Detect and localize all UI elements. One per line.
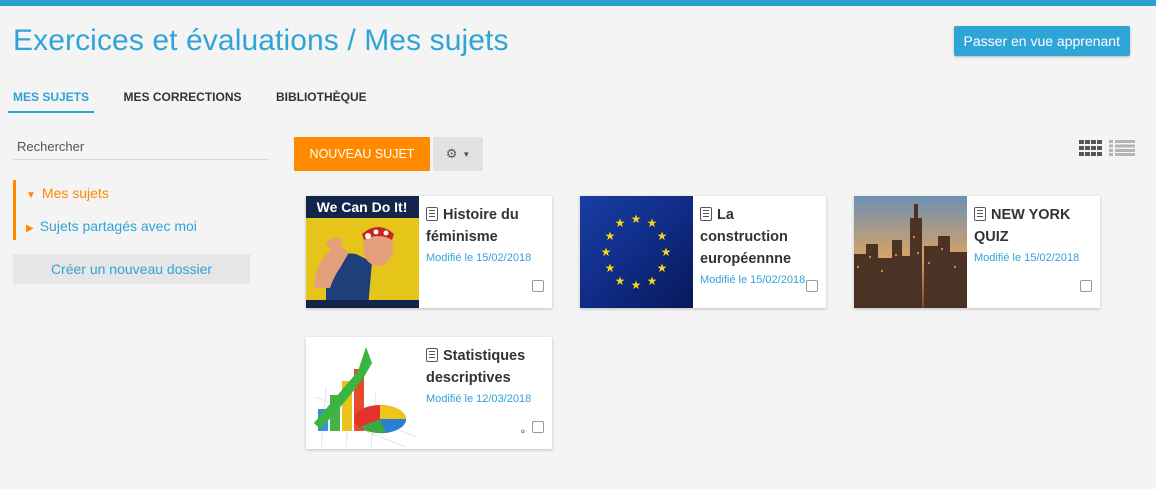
new-subject-button[interactable]: NOUVEAU SUJET bbox=[294, 137, 430, 171]
subject-thumbnail bbox=[854, 196, 967, 308]
svg-text:★: ★ bbox=[631, 212, 642, 226]
svg-text:★: ★ bbox=[647, 274, 658, 288]
subject-title[interactable]: Statistiques descriptives bbox=[426, 345, 548, 389]
caret-down-icon[interactable]: ▼ bbox=[26, 190, 36, 201]
select-checkbox[interactable] bbox=[532, 421, 544, 433]
tab-bibliotheque[interactable]: BIBLIOTHÈQUE bbox=[271, 90, 372, 113]
folder-mes-sujets[interactable]: ▼ Mes sujets bbox=[26, 185, 109, 201]
svg-text:★: ★ bbox=[615, 216, 626, 230]
create-folder-button[interactable]: Créer un nouveau dossier bbox=[13, 254, 250, 284]
quiz-icon bbox=[426, 348, 438, 362]
settings-dropdown-button[interactable]: ⚙ ▼ bbox=[433, 137, 483, 171]
svg-text:★: ★ bbox=[615, 274, 626, 288]
subject-card[interactable]: Statistiques descriptives Modifié le 12/… bbox=[306, 337, 552, 449]
svg-text:★: ★ bbox=[605, 261, 616, 275]
quiz-icon bbox=[426, 207, 438, 221]
subject-title[interactable]: Histoire du féminisme bbox=[426, 204, 548, 248]
svg-text:★: ★ bbox=[631, 278, 642, 292]
tabs: MES SUJETS MES CORRECTIONS BIBLIOTHÈQUE bbox=[8, 88, 392, 114]
modified-date: Modifié le 12/03/2018 bbox=[426, 393, 532, 405]
top-accent-bar bbox=[0, 0, 1156, 6]
quiz-icon bbox=[974, 207, 986, 221]
tab-mes-corrections[interactable]: MES CORRECTIONS bbox=[118, 90, 246, 113]
shared-icon: ⚬ bbox=[518, 427, 527, 438]
switch-to-learner-view-button[interactable]: Passer en vue apprenant bbox=[953, 26, 1130, 56]
page-title: Exercices et évaluations / Mes sujets bbox=[13, 24, 509, 57]
chevron-down-icon: ▼ bbox=[462, 150, 471, 159]
modified-date: Modifié le 15/02/2018 bbox=[700, 274, 806, 286]
subject-thumbnail bbox=[306, 337, 419, 449]
caret-right-icon[interactable]: ▶ bbox=[26, 223, 34, 234]
svg-text:★: ★ bbox=[605, 229, 616, 243]
gear-icon: ⚙ bbox=[445, 146, 458, 161]
view-toggle bbox=[1079, 140, 1136, 158]
quiz-icon bbox=[700, 207, 712, 221]
folder-tree: ▼ Mes sujets ▶ Sujets partagés avec moi bbox=[13, 180, 272, 240]
search-box bbox=[13, 134, 273, 160]
svg-text:★: ★ bbox=[601, 245, 612, 259]
modified-date: Modifié le 15/02/2018 bbox=[426, 252, 532, 264]
subject-thumbnail: ★ ★ ★ ★ ★ ★ ★ ★ ★ ★ ★ ★ bbox=[580, 196, 693, 308]
subject-card[interactable]: NEW YORK QUIZ Modifié le 15/02/2018 bbox=[854, 196, 1100, 308]
subject-thumbnail: We Can Do It! bbox=[306, 196, 419, 308]
folder-sujets-partages[interactable]: ▶ Sujets partagés avec moi bbox=[26, 218, 197, 234]
svg-text:★: ★ bbox=[657, 261, 668, 275]
folder-label: Sujets partagés avec moi bbox=[39, 218, 197, 234]
thumb-caption: We Can Do It! bbox=[317, 199, 408, 215]
svg-text:★: ★ bbox=[647, 216, 658, 230]
svg-text:★: ★ bbox=[661, 245, 672, 259]
subject-title[interactable]: NEW YORK QUIZ bbox=[974, 204, 1096, 248]
modified-date: Modifié le 15/02/2018 bbox=[974, 252, 1080, 264]
subject-card[interactable]: We Can Do It! Histoire du féminisme Modi… bbox=[306, 196, 552, 308]
search-input[interactable] bbox=[13, 139, 273, 154]
select-checkbox[interactable] bbox=[532, 280, 544, 292]
folder-label: Mes sujets bbox=[41, 185, 109, 201]
subject-card[interactable]: ★ ★ ★ ★ ★ ★ ★ ★ ★ ★ ★ ★ La construction européen… bbox=[580, 196, 826, 308]
list-view-icon[interactable] bbox=[1109, 140, 1136, 156]
svg-text:★: ★ bbox=[657, 229, 668, 243]
tab-mes-sujets[interactable]: MES SUJETS bbox=[8, 90, 95, 113]
subject-title[interactable]: La construction européennne bbox=[700, 204, 822, 270]
select-checkbox[interactable] bbox=[806, 280, 818, 292]
select-checkbox[interactable] bbox=[1080, 280, 1092, 292]
grid-view-icon[interactable] bbox=[1079, 140, 1103, 156]
